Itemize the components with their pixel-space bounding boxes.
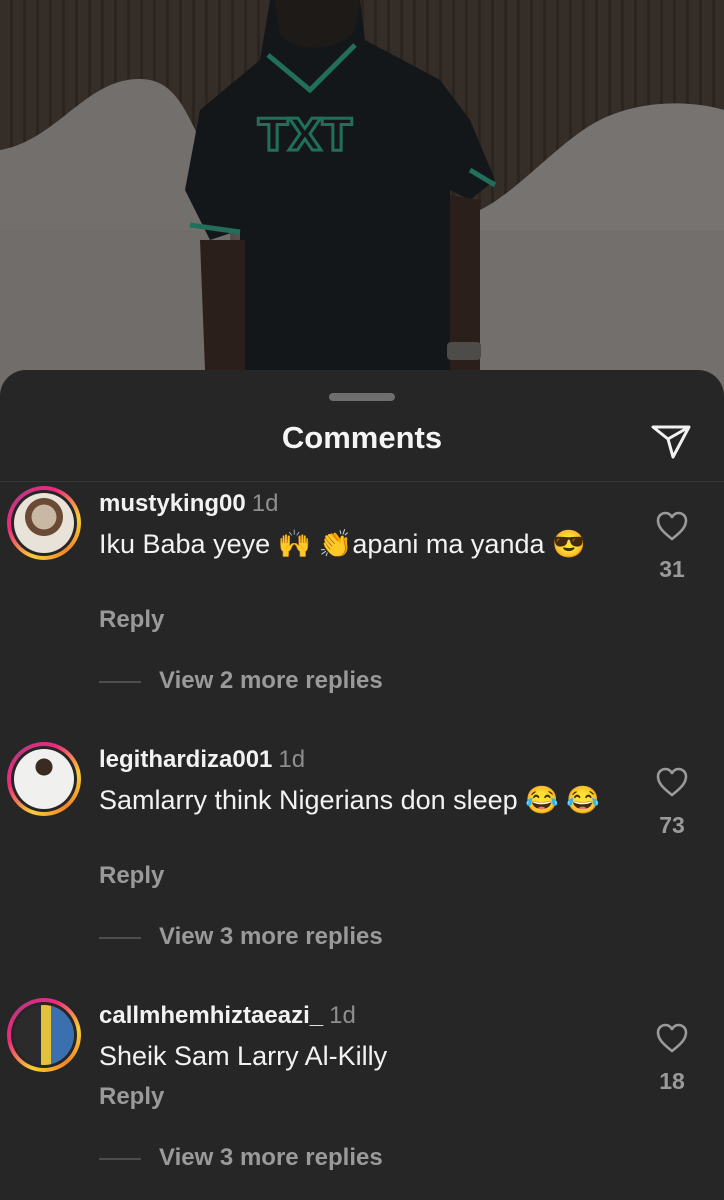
like-count: 18: [659, 1068, 685, 1094]
avatar[interactable]: [7, 486, 81, 560]
heart-icon[interactable]: [655, 510, 689, 542]
comment-username[interactable]: mustyking00: [99, 490, 246, 517]
reply-button[interactable]: Reply: [99, 606, 164, 634]
avatar[interactable]: [7, 998, 81, 1072]
comment-time: 1d: [251, 490, 279, 517]
view-replies-line: [99, 681, 141, 683]
heart-icon[interactable]: [655, 766, 689, 798]
comment-time: 1d: [329, 1002, 356, 1029]
heart-icon[interactable]: [655, 1022, 689, 1054]
send-icon[interactable]: [648, 418, 694, 464]
like-count: 31: [659, 556, 685, 582]
view-replies-button[interactable]: View 2 more replies: [159, 667, 383, 695]
sheet-title: Comments: [281, 420, 443, 455]
comment-text: Iku Baba yeye 🙌 👏apani ma yanda 😎: [99, 529, 586, 559]
header-divider: [0, 481, 724, 482]
view-replies-line: [99, 937, 141, 939]
drag-handle[interactable]: [329, 393, 395, 401]
comment-time: 1d: [278, 746, 306, 773]
comment-text: Samlarry think Nigerians don sleep 😂 😂: [99, 785, 600, 815]
view-replies-button[interactable]: View 3 more replies: [159, 923, 383, 951]
like-count: 73: [659, 812, 685, 838]
reply-button[interactable]: Reply: [99, 1083, 164, 1111]
avatar[interactable]: [7, 742, 81, 816]
comment-text: Sheik Sam Larry Al-Killy: [99, 1041, 388, 1071]
comments-sheet: Comments mustyking00 1d Iku Baba yeye 🙌 👏…: [0, 370, 724, 1200]
reply-button[interactable]: Reply: [99, 862, 164, 890]
comment-username[interactable]: legithardiza001: [99, 746, 272, 773]
post-photo: TXT: [0, 0, 724, 400]
view-replies-line: [99, 1158, 141, 1160]
view-replies-button[interactable]: View 3 more replies: [159, 1144, 383, 1172]
comment-username[interactable]: callmhemhiztaeazi_: [99, 1002, 323, 1029]
